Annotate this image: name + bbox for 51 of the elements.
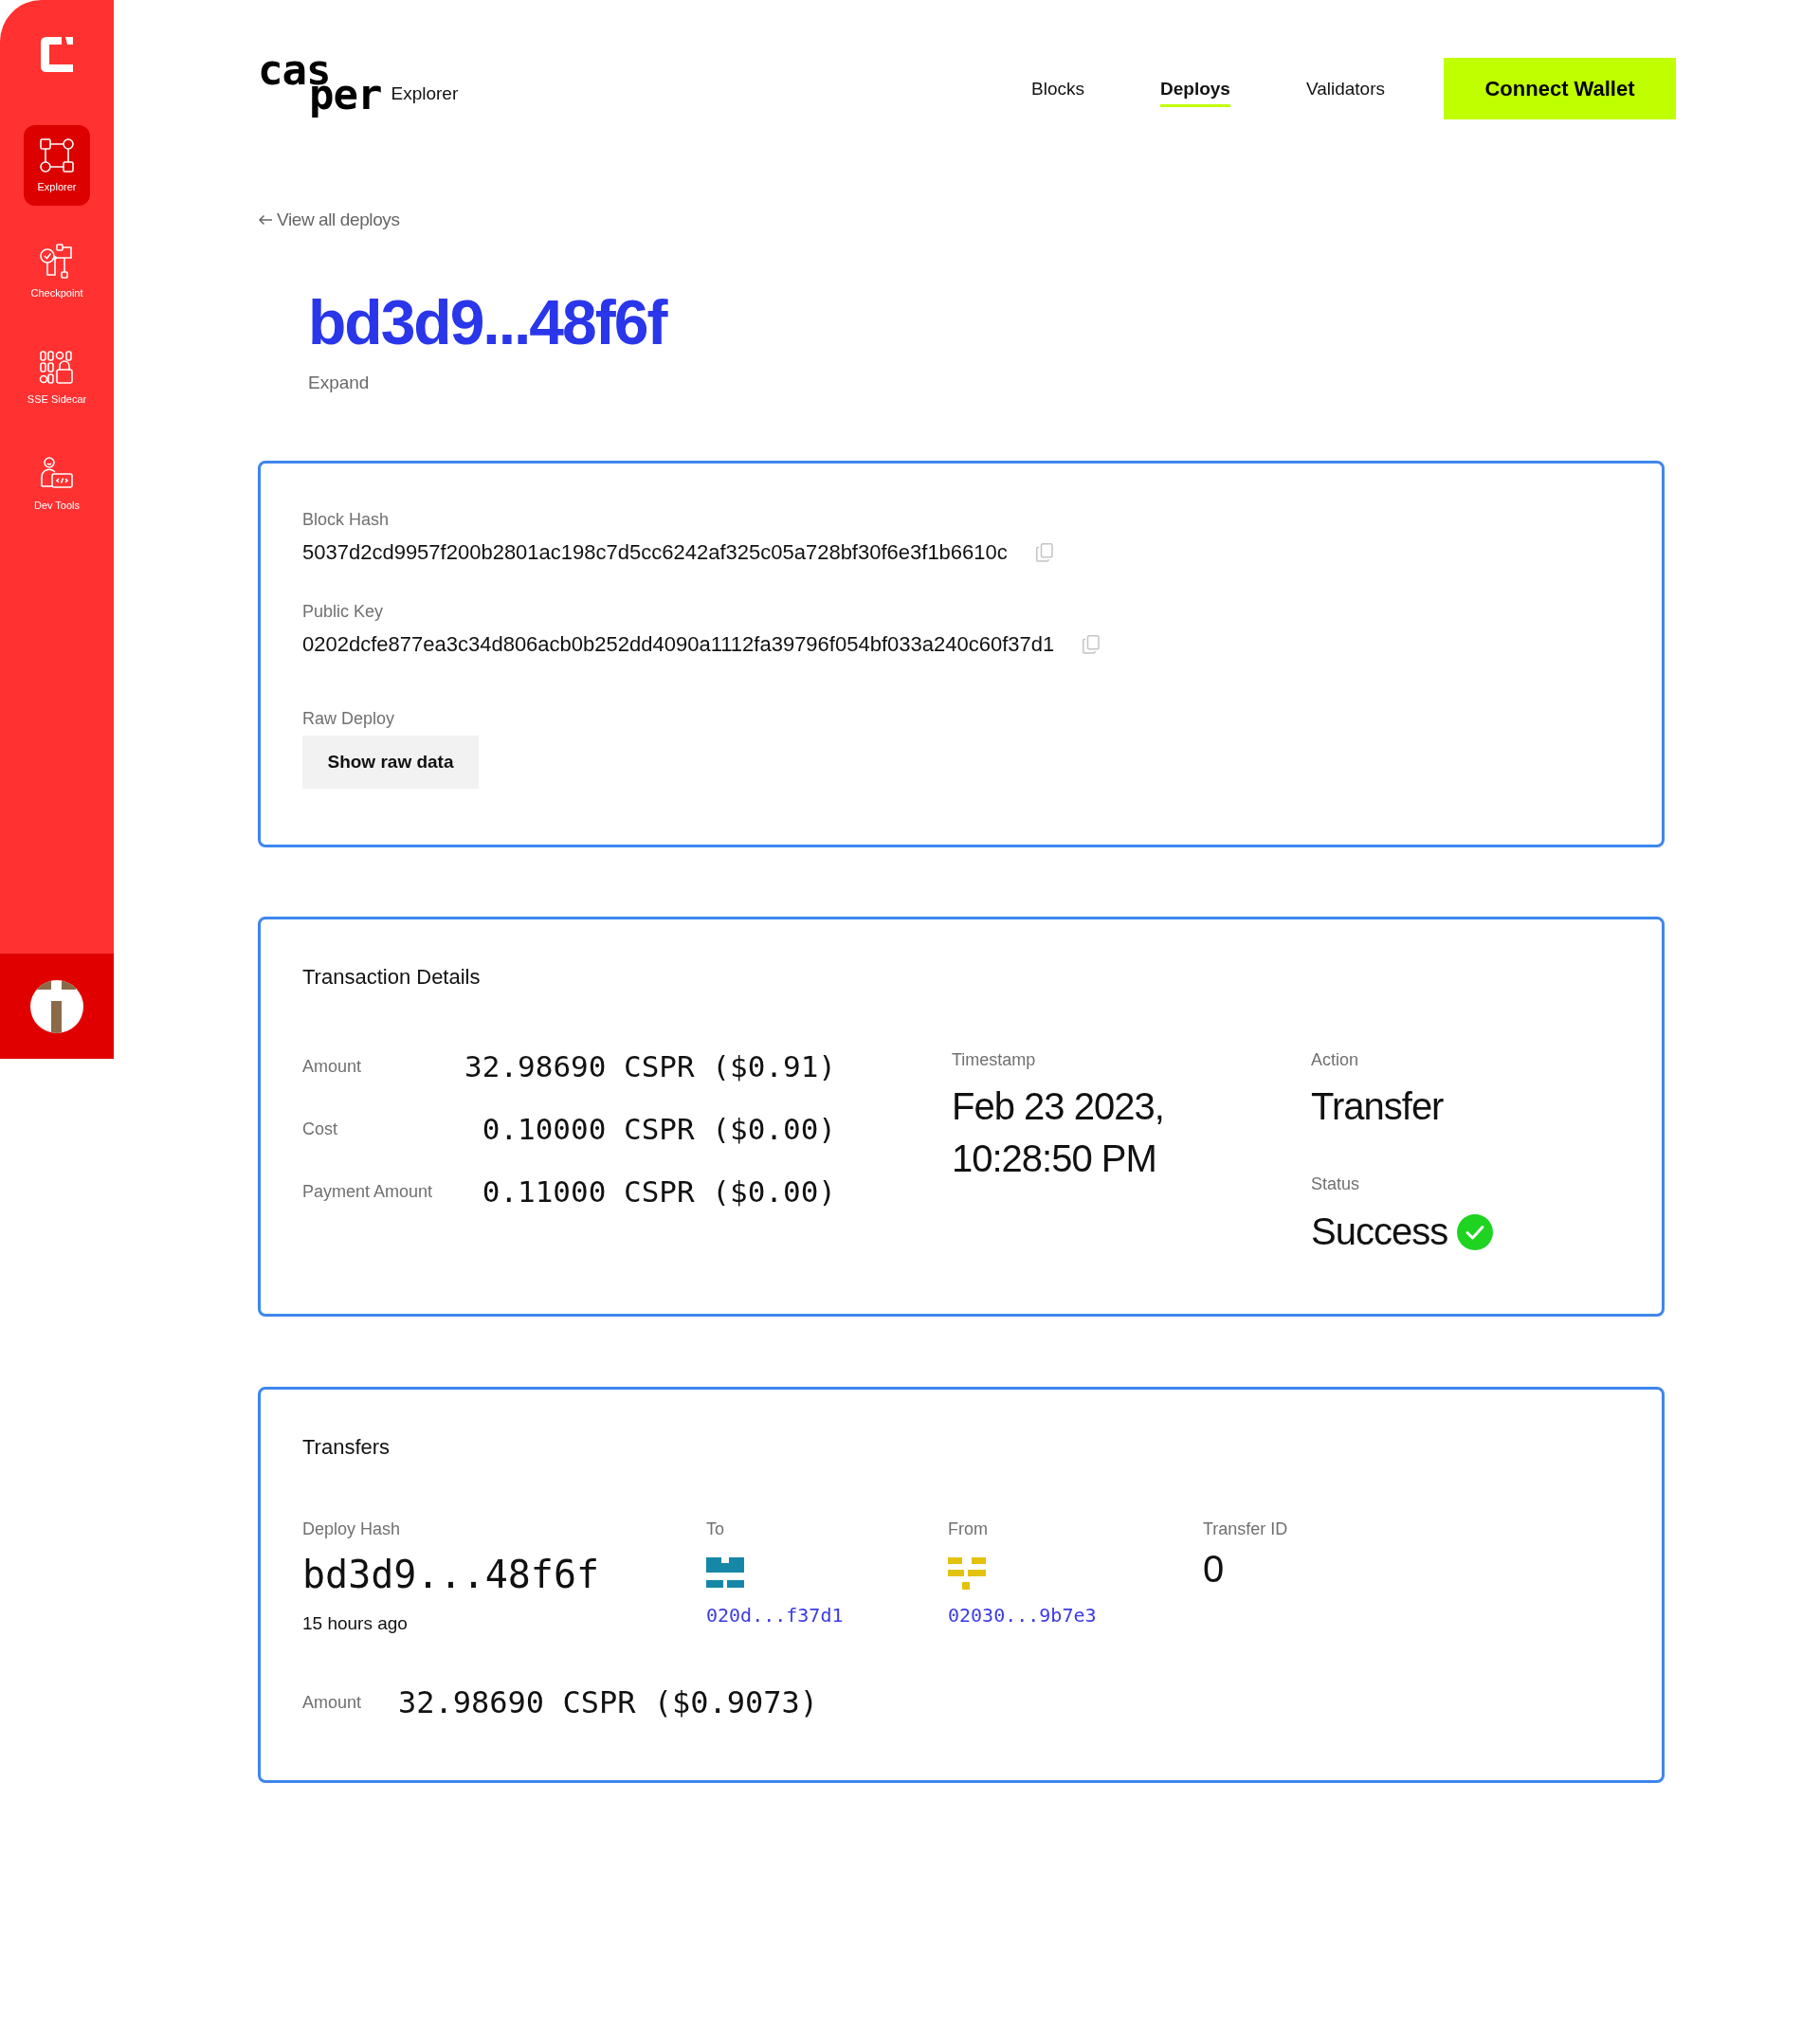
amount-label: Amount: [302, 1056, 363, 1077]
field-label: Public Key: [302, 601, 384, 622]
field-label: Transfer ID: [1203, 1519, 1288, 1539]
arrow-left-icon: [258, 214, 273, 226]
timestamp-label: Timestamp: [952, 1049, 1036, 1070]
nav-link[interactable]: Validators: [1305, 70, 1385, 107]
connect-wallet-button[interactable]: Connect Wallet: [1444, 58, 1676, 119]
transfer-id-value: 0: [1203, 1547, 1225, 1592]
field-label: Deploy Hash: [302, 1519, 401, 1539]
field-label: Block Hash: [302, 509, 390, 530]
expand-link[interactable]: Expand: [308, 372, 370, 394]
deploy-hash-title: bd3d9...48f6f: [308, 288, 666, 357]
field-label: Raw Deploy: [302, 708, 395, 729]
age-text: 15 hours ago: [302, 1612, 408, 1635]
copy-icon[interactable]: [1083, 635, 1101, 654]
sidebar-item[interactable]: Checkpoint: [24, 231, 90, 312]
nav-link[interactable]: Deploys: [1160, 70, 1230, 107]
amount-value: 32.98690 CSPR ($0.91): [464, 1048, 836, 1085]
action-label: Action: [1311, 1049, 1359, 1070]
back-link[interactable]: View all deploys: [258, 209, 400, 231]
card-title: Transaction Details: [302, 964, 481, 991]
amount-label: Cost: [302, 1119, 338, 1139]
copy-icon[interactable]: [1035, 543, 1053, 562]
field-label: To: [706, 1519, 724, 1539]
sidebar-item[interactable]: Dev Tools: [24, 444, 90, 524]
hash-value: 5037d2cd9957f200b2801ac198c7d5cc6242af325c05a728bf30f6e3f1b6610c: [302, 539, 1008, 566]
lock-grid-icon: [39, 350, 75, 386]
hash-value: 0202dcfe877ea3c34d806acb0b252dd4090a1112fa39796f054bf033a240c60f37d1: [302, 631, 1055, 658]
logo-icon: [41, 37, 73, 72]
status-value: Success: [1311, 1210, 1448, 1254]
deploy-hash-value: bd3d9...48f6f: [302, 1552, 600, 1598]
status-label: Status: [1311, 1173, 1360, 1194]
amount-label: Amount: [302, 1692, 363, 1713]
nav-link[interactable]: Blocks: [1031, 70, 1084, 107]
product-label: Explorer: [391, 82, 459, 105]
logo-wordmark: casper: [258, 58, 382, 120]
amount-value: 0.10000 CSPR ($0.00): [481, 1111, 836, 1148]
timestamp-value: Feb 23 2023, 10:28:50 PM: [952, 1084, 1165, 1181]
show-raw-data-button[interactable]: Show raw data: [302, 736, 479, 789]
amount-value: 0.11000 CSPR ($0.00): [481, 1173, 836, 1210]
address-link[interactable]: 020d...f37d1: [706, 1604, 844, 1627]
action-value: Transfer: [1311, 1084, 1444, 1129]
amount-value: 32.98690 CSPR ($0.9073): [398, 1683, 819, 1721]
field-label: From: [948, 1519, 988, 1539]
address-link[interactable]: 02030...9b7e3: [948, 1604, 1097, 1627]
sidebar-item[interactable]: SSE Sidecar: [24, 337, 90, 418]
check-flow-icon: [39, 244, 75, 280]
sidebar-item[interactable]: Explorer: [24, 125, 90, 206]
amount-label: Payment Amount: [302, 1181, 434, 1202]
connected-nodes-icon: [39, 137, 75, 173]
card-title: Transfers: [302, 1434, 391, 1461]
